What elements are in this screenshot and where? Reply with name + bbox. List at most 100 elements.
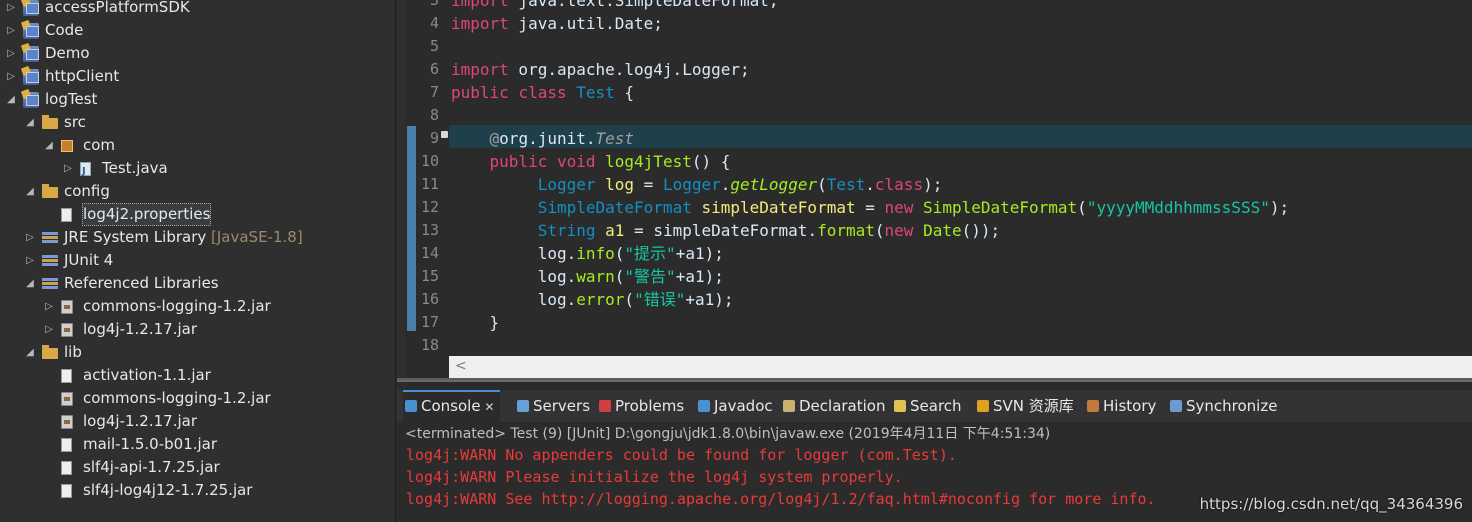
tree-item[interactable]: ▷ httpClient [0, 65, 395, 88]
scroll-left-icon[interactable]: < [455, 358, 467, 374]
tree-item[interactable]: ◢ src [0, 111, 395, 134]
tree-item[interactable]: slf4j-api-1.7.25.jar [0, 456, 395, 479]
tree-item-text: Code [45, 21, 84, 39]
code-token: java.text.SimpleDateFormat; [508, 0, 779, 10]
code-line[interactable]: log.error("错误"+a1); [451, 288, 734, 311]
tree-item[interactable]: ◢ config [0, 180, 395, 203]
close-icon[interactable]: ✕ [481, 400, 494, 414]
horizontal-scrollbar[interactable]: < [449, 356, 1472, 378]
tree-item[interactable]: ▷ accessPlatformSDK [0, 0, 395, 19]
tab-search[interactable]: Search [890, 390, 966, 422]
code-line[interactable]: log.warn("警告"+a1); [451, 265, 724, 288]
collapsed-arrow-icon[interactable]: ▷ [5, 42, 17, 65]
fold-collapse-icon[interactable] [441, 131, 448, 138]
tab-console[interactable]: Console ✕ [403, 390, 501, 422]
tree-item-label: lib [63, 341, 83, 364]
tree-item[interactable]: ◢ logTest [0, 88, 395, 111]
code-line[interactable]: import org.apache.log4j.Logger; [451, 58, 750, 81]
collapsed-arrow-icon[interactable]: ▷ [43, 295, 55, 318]
line-number: 3 [429, 0, 439, 9]
history-icon [1087, 400, 1099, 412]
code-token: ()); [961, 221, 1001, 240]
expanded-arrow-icon[interactable]: ◢ [24, 111, 36, 134]
collapsed-arrow-icon[interactable]: ▷ [5, 65, 17, 88]
code-line[interactable]: log.info("提示"+a1); [451, 242, 724, 265]
tab-servers[interactable]: Servers [513, 390, 594, 422]
line-number: 11 [420, 175, 439, 193]
code-token: () { [691, 152, 731, 171]
code-line[interactable]: } [451, 311, 500, 334]
code-token: + [675, 244, 686, 263]
code-token: simpleDateFormat [653, 221, 808, 240]
tree-item[interactable]: mail-1.5.0-b01.jar [0, 433, 395, 456]
java-project-icon [23, 23, 39, 39]
code-line[interactable]: String a1 = simpleDateFormat.format(new … [451, 219, 1000, 242]
code-token: public [451, 83, 509, 102]
expanded-arrow-icon[interactable]: ◢ [5, 88, 17, 111]
code-line[interactable]: SimpleDateFormat simpleDateFormat = new … [451, 196, 1289, 219]
tree-item[interactable]: ◢ Referenced Libraries [0, 272, 395, 295]
tree-item[interactable]: ▷ JUnit 4 [0, 249, 395, 272]
tree-item[interactable]: activation-1.1.jar [0, 364, 395, 387]
tab-javadoc[interactable]: Javadoc [694, 390, 777, 422]
tree-item-label: slf4j-api-1.7.25.jar [82, 456, 221, 479]
line-number: 16 [420, 290, 439, 308]
expanded-arrow-icon[interactable]: ◢ [24, 341, 36, 364]
line-number: 8 [429, 106, 439, 124]
collapsed-arrow-icon[interactable]: ▷ [24, 249, 36, 272]
tree-item[interactable]: ◢ com [0, 134, 395, 157]
tree-item[interactable]: commons-logging-1.2.jar [0, 387, 395, 410]
collapsed-arrow-icon[interactable]: ▷ [5, 19, 17, 42]
tab-history[interactable]: History [1083, 390, 1160, 422]
file-icon [61, 461, 72, 475]
code-line[interactable]: Logger log = Logger.getLogger(Test.class… [451, 173, 943, 196]
expanded-arrow-icon[interactable]: ◢ [24, 272, 36, 295]
tab-problems[interactable]: Problems [595, 390, 688, 422]
code-line[interactable]: public void log4jTest() { [451, 150, 731, 173]
expanded-arrow-icon[interactable]: ◢ [24, 180, 36, 203]
code-token: + [685, 290, 695, 309]
code-editor[interactable]: 3 import java.text.SimpleDateFormat; 4 impo… [397, 0, 1472, 380]
tab-label: SVN 资源库 [993, 397, 1074, 415]
tree-item-label: src [63, 111, 87, 134]
tree-item-label: log4j-1.2.17.jar [82, 318, 198, 341]
tree-item[interactable]: ▷ log4j-1.2.17.jar [0, 318, 395, 341]
code-token: ( [1077, 198, 1087, 217]
tree-item[interactable]: ◢ lib [0, 341, 395, 364]
code-token: Test [576, 83, 615, 102]
collapsed-arrow-icon[interactable]: ▷ [62, 157, 74, 180]
java-project-icon [23, 92, 39, 108]
tree-item-text: mail-1.5.0-b01.jar [83, 435, 218, 453]
code-line[interactable]: import java.text.SimpleDateFormat; [451, 0, 779, 12]
tree-item[interactable]: ▷ Test.java [0, 157, 395, 183]
code-token: ( [624, 290, 635, 309]
collapsed-arrow-icon[interactable]: ▷ [5, 0, 17, 19]
tree-item[interactable]: ▷ Demo [0, 42, 395, 65]
code-token: simpleDateFormat [701, 198, 856, 217]
tab-declaration[interactable]: Declaration [779, 390, 889, 422]
code-token: String [537, 221, 596, 240]
tab-svn[interactable]: SVN 资源库 [973, 390, 1078, 422]
tree-item[interactable]: ▷ Code [0, 19, 395, 42]
tab-synchronize[interactable]: Synchronize [1166, 390, 1281, 422]
folder-icon [42, 345, 58, 359]
tree-item[interactable]: ▷ commons-logging-1.2.jar [0, 295, 395, 318]
file-icon [61, 484, 72, 498]
code-token: import [451, 14, 509, 33]
tree-item[interactable]: ▷ JRE System Library [JavaSE-1.8] [0, 226, 395, 249]
code-line[interactable]: public class Test { [451, 81, 634, 104]
code-line[interactable]: import java.util.Date; [451, 12, 663, 35]
expanded-arrow-icon[interactable]: ◢ [43, 134, 55, 157]
tree-item[interactable]: log4j-1.2.17.jar [0, 410, 395, 433]
tree-item[interactable]: slf4j-log4j12-1.7.25.jar [0, 479, 395, 502]
code-token: "警告" [624, 267, 676, 286]
code-line[interactable]: @org.junit.Test [451, 127, 635, 150]
line-number: 10 [420, 152, 439, 170]
tree-item[interactable]: log4j2.properties [0, 203, 395, 226]
collapsed-arrow-icon[interactable]: ▷ [43, 318, 55, 341]
console-output-line: log4j:WARN Please initialize the log4j s… [406, 468, 903, 486]
collapsed-arrow-icon[interactable]: ▷ [24, 226, 36, 249]
